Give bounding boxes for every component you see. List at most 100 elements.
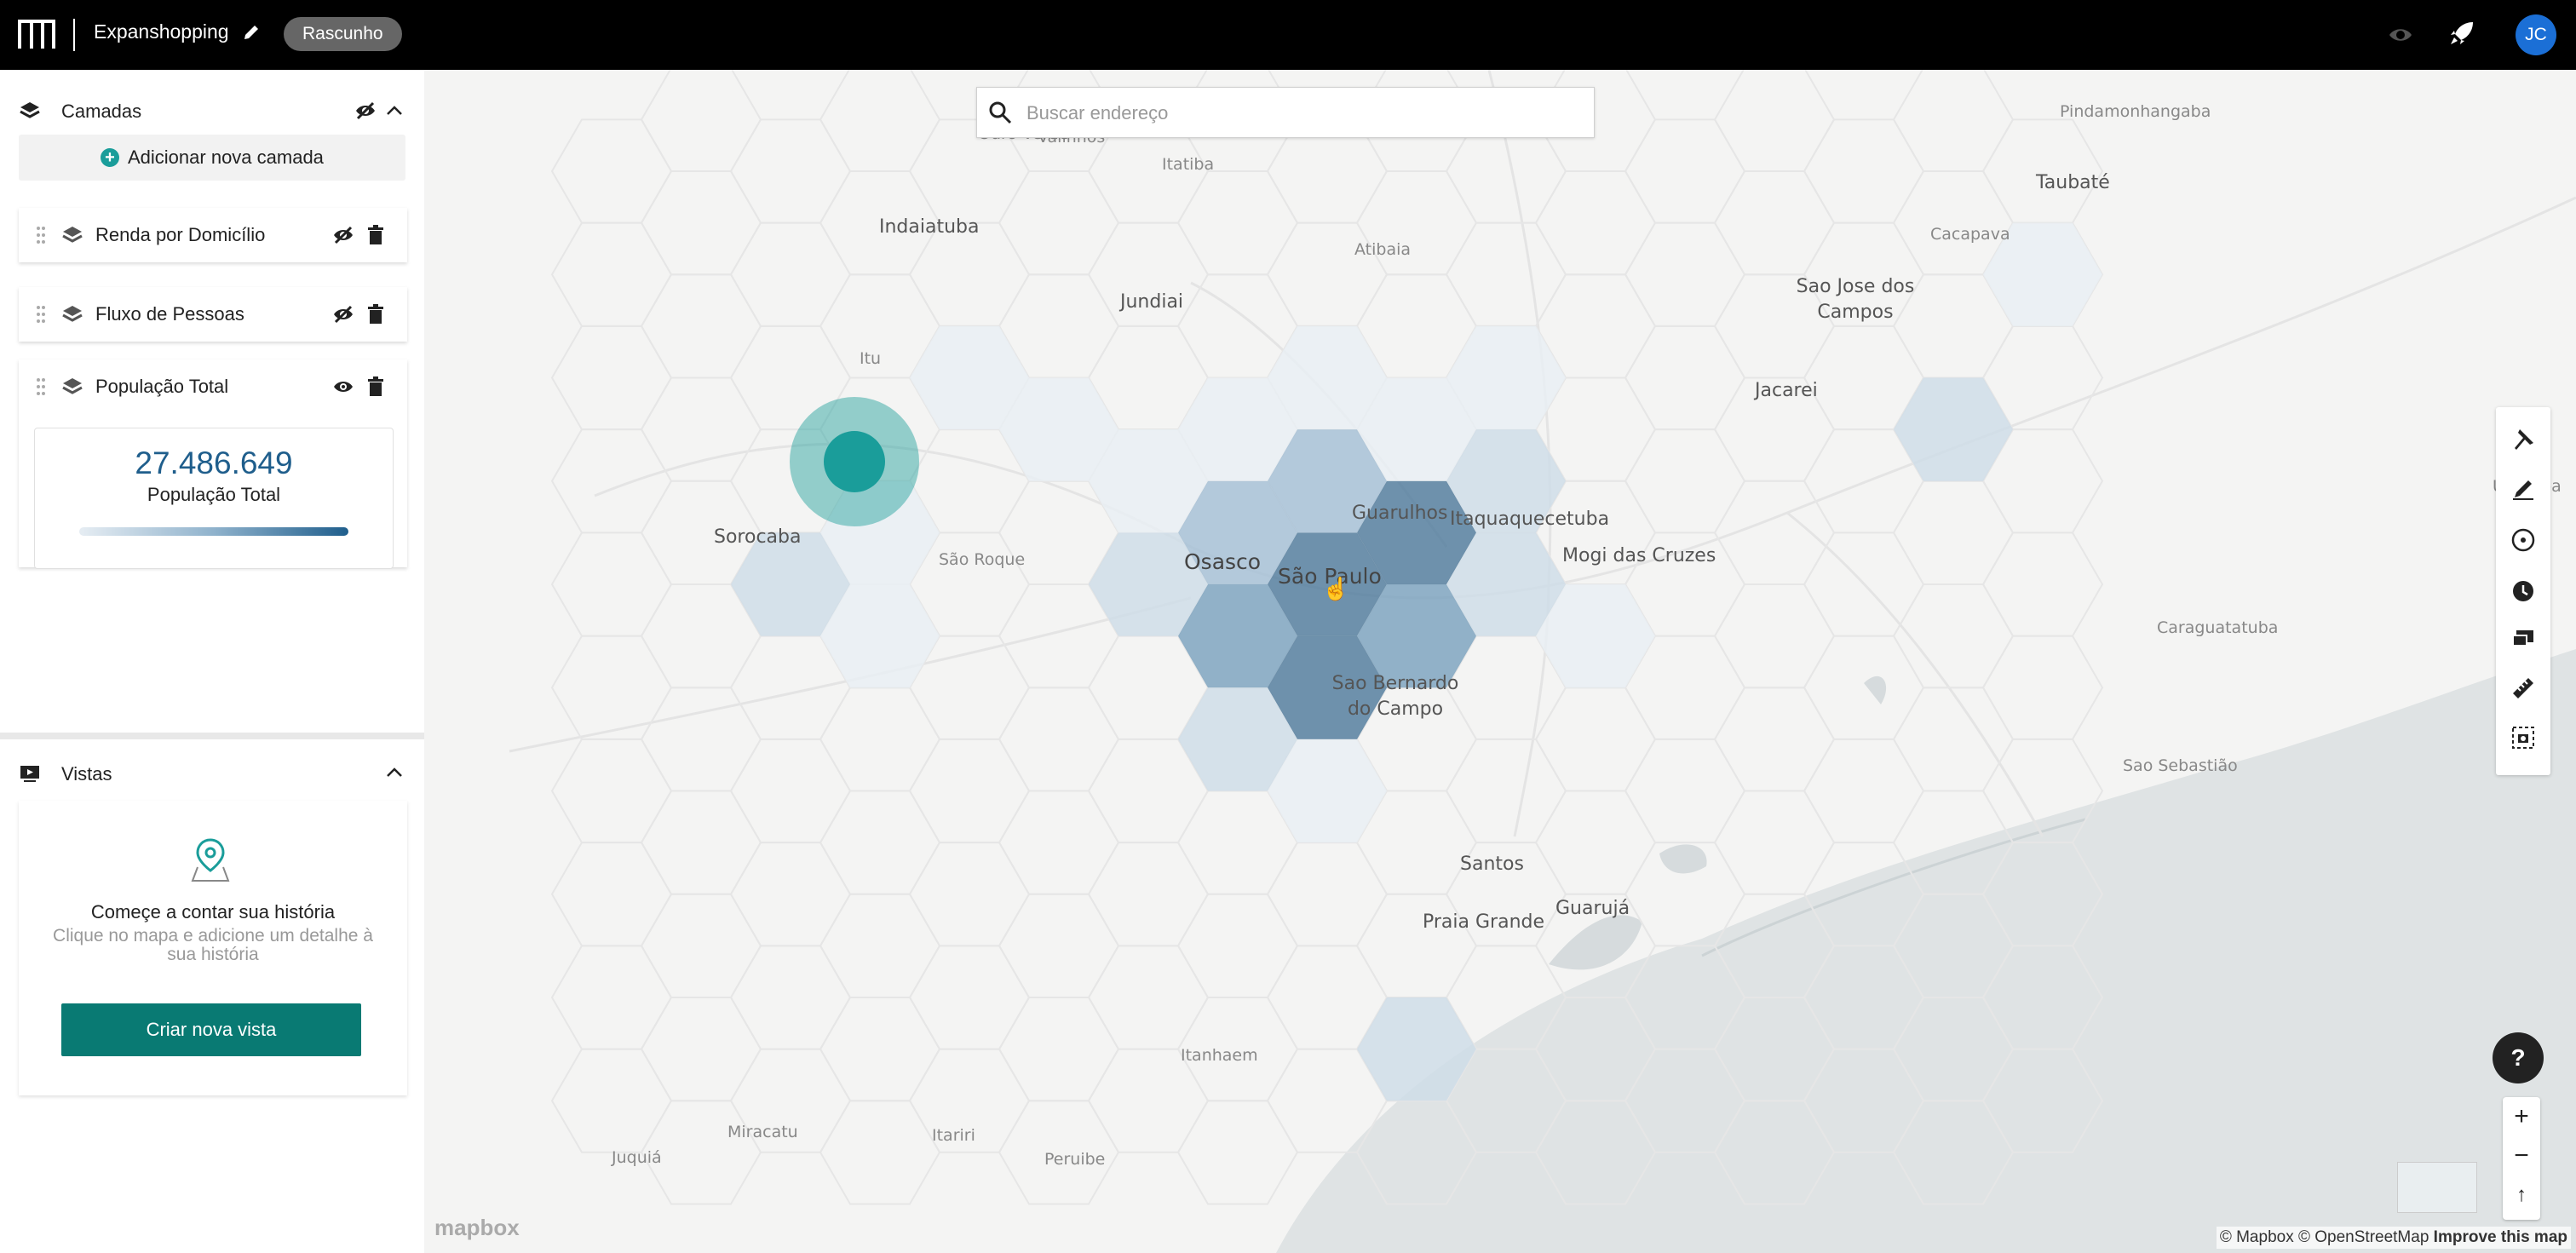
help-button[interactable]: ? <box>2493 1032 2544 1083</box>
map-label: Guarulhos <box>1352 503 1448 524</box>
hex-cell-outline <box>1355 170 1478 276</box>
drag-handle-icon[interactable] <box>36 304 46 325</box>
hex-cell-outline <box>1355 893 1478 998</box>
zoom-in-button[interactable]: + <box>2503 1097 2540 1136</box>
address-search-input[interactable] <box>1025 96 1573 130</box>
map-label: Itatiba <box>1162 155 1215 174</box>
hex-cell-outline <box>998 170 1120 276</box>
legend-card: 27.486.649 População Total <box>34 428 394 569</box>
layer-item-populacao[interactable]: População Total 27.486.649 População Tot… <box>19 359 407 569</box>
hex-cell-outline <box>640 790 762 895</box>
hex-cell-outline <box>1087 842 1210 947</box>
hex-cell-outline <box>1892 480 2015 585</box>
hex-cell-outline <box>729 842 852 947</box>
layer-type-icon <box>62 227 83 243</box>
map-label: Atibaia <box>1354 240 1412 259</box>
hex-cell-outline <box>819 997 941 1102</box>
measure-ruler-icon[interactable] <box>2510 675 2537 702</box>
map-label: Jacarei <box>1755 380 1818 401</box>
cursor-hand-icon: ☝ <box>1322 576 1350 601</box>
map-label: Caraguatatuba <box>2157 618 2279 637</box>
visibility-off-icon[interactable] <box>332 225 354 245</box>
layer-type-icon <box>62 378 83 394</box>
attribution-text[interactable]: © Mapbox © OpenStreetMap <box>2220 1228 2429 1246</box>
selected-location-marker[interactable] <box>824 431 885 492</box>
collapse-views-chevron-up-icon[interactable] <box>385 763 404 782</box>
delete-trash-icon[interactable] <box>366 225 385 245</box>
edit-title-pencil-icon[interactable] <box>241 22 262 43</box>
map-label: São Roque <box>939 550 1026 569</box>
add-layer-button[interactable]: + Adicionar nova camada <box>19 135 405 181</box>
app-logo-icon[interactable] <box>17 19 56 51</box>
hide-all-eye-off-icon[interactable] <box>354 101 377 121</box>
hex-cell-outline <box>908 945 1031 1050</box>
hex-cell-outline <box>1713 790 1836 895</box>
layer-item-renda[interactable]: Renda por Domicílio <box>19 208 407 262</box>
views-section-header[interactable]: Vistas <box>0 751 424 794</box>
drag-handle-icon[interactable] <box>36 376 46 397</box>
draw-line-tool-icon[interactable] <box>2510 475 2537 503</box>
map-tools-toolbar <box>2496 407 2550 775</box>
layer-row[interactable]: População Total <box>19 359 407 414</box>
layers-section-header[interactable]: Camadas <box>0 89 424 131</box>
map-label: Osasco <box>1184 549 1262 574</box>
mapbox-logo[interactable]: mapbox <box>434 1215 520 1241</box>
visibility-off-icon[interactable] <box>332 304 354 325</box>
hex-cell-outline <box>1981 532 2104 637</box>
collapse-layers-chevron-up-icon[interactable] <box>385 101 404 120</box>
screenshot-tool-icon[interactable] <box>2510 724 2537 751</box>
map-label: Jundiai <box>1120 291 1184 313</box>
hex-cell-outline <box>1176 1100 1299 1205</box>
hex-cell-outline <box>819 70 941 172</box>
hex-cell-outline <box>640 170 762 276</box>
hex-cell-outline <box>998 997 1120 1102</box>
create-view-button[interactable]: Criar nova vista <box>61 1003 361 1056</box>
hex-cell-outline <box>1087 945 1210 1050</box>
map-label: Miracatu <box>727 1123 798 1141</box>
map-label: Sao Jose dos Campos <box>1796 276 1915 323</box>
top-bar: Expanshopping Rascunho JC <box>0 0 2576 70</box>
legend-total-value: 27.486.649 <box>135 445 293 480</box>
views-section-title: Vistas <box>61 763 112 785</box>
hex-cell-outline <box>998 687 1120 792</box>
layers-section-title: Camadas <box>61 101 142 122</box>
map-label: Pindamonhangaba <box>2060 102 2211 121</box>
hex-cell-outline <box>1176 893 1299 998</box>
minimap-thumbnail[interactable] <box>2397 1162 2477 1213</box>
address-search-box[interactable] <box>976 87 1595 138</box>
radius-tool-icon[interactable] <box>2510 526 2537 554</box>
pin-tool-icon[interactable] <box>2510 426 2537 453</box>
visibility-eye-icon[interactable] <box>332 376 354 397</box>
hex-cell-outline <box>819 1100 941 1205</box>
map-basemap <box>509 70 2576 1253</box>
improve-map-link[interactable]: Improve this map <box>2434 1228 2567 1246</box>
user-avatar[interactable]: JC <box>2516 14 2556 55</box>
hex-cell-outline <box>1892 70 2015 172</box>
delete-trash-icon[interactable] <box>366 376 385 397</box>
hex-cell-outline <box>729 738 852 844</box>
hex-cell-outline <box>640 893 762 998</box>
hex-cell-outline <box>1713 583 1836 689</box>
map-label: Cacapava <box>1930 225 2010 244</box>
views-empty-state: Começe a contar sua história Clique no m… <box>19 801 407 1095</box>
hex-cell-outline <box>1445 221 1567 327</box>
hex-cell-outline <box>1803 635 1925 740</box>
layer-item-fluxo[interactable]: Fluxo de Pessoas <box>19 287 407 342</box>
map-label: Peruibe <box>1044 1150 1106 1169</box>
search-icon <box>989 101 1012 124</box>
preview-eye-icon[interactable] <box>2388 22 2413 48</box>
map-canvas[interactable]: Ouro Verde Valinhos Itatiba Indaiatuba A… <box>424 70 2576 1253</box>
publish-rocket-icon[interactable] <box>2447 19 2476 48</box>
hex-cell-outline <box>908 738 1031 844</box>
map-pin-icon <box>191 838 230 882</box>
zoom-out-button[interactable]: − <box>2503 1136 2540 1175</box>
hex-cell-outline <box>550 428 673 534</box>
comment-tool-icon[interactable] <box>2510 625 2537 652</box>
isochrone-clock-icon[interactable] <box>2510 578 2537 605</box>
reset-north-button[interactable]: ↑ <box>2503 1175 2540 1215</box>
hex-cell-outline <box>729 221 852 327</box>
map-attribution: © Mapbox © OpenStreetMap Improve this ma… <box>2216 1227 2571 1249</box>
delete-trash-icon[interactable] <box>366 304 385 325</box>
drag-handle-icon[interactable] <box>36 225 46 245</box>
map-label: Indaiatuba <box>879 216 980 238</box>
